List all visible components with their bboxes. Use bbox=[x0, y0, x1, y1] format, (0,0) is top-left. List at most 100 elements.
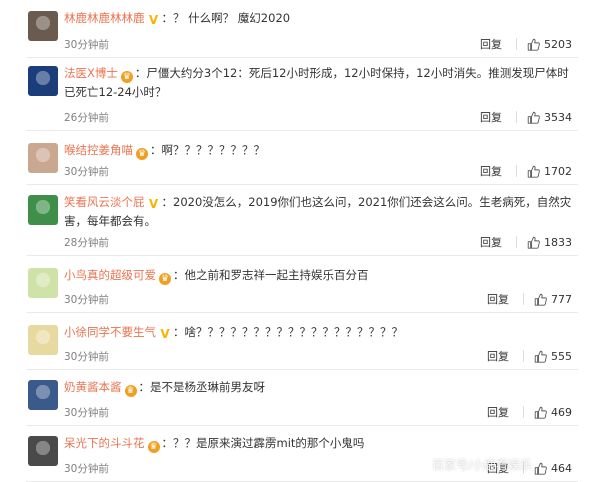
comment-item: 呆光下的斗斗花 ♛ ：？？是原来演过霹雳mit的那个小鬼吗 30分钟前 回复 464 bbox=[0, 426, 600, 482]
comment-item: 小鸟真的超级可爱 ♛ ：他之前和罗志祥一起主持娱乐百分百 30分钟前 回复 777 bbox=[0, 256, 600, 313]
verified-v-icon: V bbox=[160, 327, 170, 341]
avatar[interactable] bbox=[28, 11, 58, 41]
timestamp: 30分钟前 bbox=[64, 166, 109, 178]
comment-actions: 回复 469 bbox=[487, 404, 572, 420]
separator: ： bbox=[173, 268, 185, 282]
thumbs-up-icon bbox=[534, 462, 547, 475]
comment-actions: 回复 5203 bbox=[480, 36, 572, 52]
username-link[interactable]: 笑看风云淡个屁 bbox=[64, 195, 145, 209]
comment-item: 林鹿林鹿林林鹿 V：？ 什么啊？ 魔幻2020 30分钟前 回复 5203 bbox=[0, 0, 600, 58]
timestamp: 30分钟前 bbox=[64, 294, 109, 306]
username-link[interactable]: 小徐同学不要生气 bbox=[64, 325, 156, 339]
verified-v-icon: V bbox=[148, 13, 159, 27]
username-link[interactable]: 喉结控姜角喵 bbox=[64, 143, 133, 157]
username-link[interactable]: 小鸟真的超级可爱 bbox=[64, 268, 156, 282]
divider bbox=[523, 350, 524, 362]
comment-actions: 回复 3534 bbox=[480, 109, 572, 125]
reply-button[interactable]: 回复 bbox=[487, 404, 509, 420]
like-count: 5203 bbox=[544, 37, 572, 51]
avatar[interactable] bbox=[28, 143, 58, 173]
comment-actions: 回复 1702 bbox=[480, 163, 572, 179]
username-link[interactable]: 呆光下的斗斗花 bbox=[64, 436, 145, 450]
like-count: 777 bbox=[551, 292, 572, 306]
comment-text: ？？是原来演过霹雳mit的那个小鬼吗 bbox=[173, 436, 365, 450]
divider bbox=[516, 236, 517, 248]
member-crown-icon: ♛ bbox=[147, 441, 160, 453]
thumbs-up-icon bbox=[527, 111, 540, 124]
like-count: 464 bbox=[551, 461, 572, 475]
reply-button[interactable]: 回复 bbox=[480, 109, 502, 125]
comment-text: 啊？？？？？？？？ bbox=[161, 143, 266, 157]
like-count: 3534 bbox=[544, 110, 572, 124]
comment-item: 小徐同学不要生气 V ：啥？？？？？？？？？？？？？？？？？？ 30分钟前 回复 555 bbox=[0, 313, 600, 370]
thumbs-up-icon bbox=[534, 406, 547, 419]
member-crown-icon: ♛ bbox=[120, 71, 133, 83]
comment-actions: 回复 777 bbox=[487, 291, 572, 307]
username-link[interactable]: 奶黄酱本酱 bbox=[64, 380, 122, 394]
avatar[interactable] bbox=[28, 66, 58, 96]
avatar[interactable] bbox=[28, 325, 58, 355]
watermark: 百家号/小鹿看娱乐 bbox=[432, 458, 533, 472]
like-button[interactable]: 464 bbox=[534, 462, 572, 475]
like-count: 1833 bbox=[544, 235, 572, 249]
comment-item: 奶黄酱本酱 ♛ ：是不是杨丞琳前男友呀 30分钟前 回复 469 bbox=[0, 370, 600, 426]
reply-button[interactable]: 回复 bbox=[480, 234, 502, 250]
timestamp: 30分钟前 bbox=[64, 351, 109, 363]
thumbs-up-icon bbox=[527, 165, 540, 178]
separator: ： bbox=[134, 66, 147, 80]
separator: ： bbox=[138, 380, 151, 394]
divider bbox=[516, 38, 517, 50]
like-button[interactable]: 777 bbox=[534, 293, 572, 306]
member-crown-icon: ♛ bbox=[136, 148, 148, 160]
like-count: 469 bbox=[551, 405, 572, 419]
reply-button[interactable]: 回复 bbox=[480, 36, 502, 52]
timestamp: 30分钟前 bbox=[64, 39, 109, 51]
comment-item: 笑看风云淡个屁 V ：2020没怎么，2019你们也这么问，2021你们还会这么问。… bbox=[0, 185, 600, 256]
like-button[interactable]: 5203 bbox=[527, 38, 572, 51]
divider bbox=[523, 293, 524, 305]
comment-text: 是不是杨丞琳前男友呀 bbox=[150, 380, 265, 394]
member-crown-icon: ♛ bbox=[159, 273, 171, 285]
like-count: 1702 bbox=[544, 164, 572, 178]
comment-actions: 回复 1833 bbox=[480, 234, 572, 250]
comment-item: 喉结控姜角喵 ♛ ：啊？？？？？？？？ 30分钟前 回复 1702 bbox=[0, 131, 600, 185]
like-button[interactable]: 1702 bbox=[527, 165, 572, 178]
timestamp: 30分钟前 bbox=[64, 407, 109, 419]
comment-text: 他之前和罗志祥一起主持娱乐百分百 bbox=[184, 268, 369, 282]
like-button[interactable]: 1833 bbox=[527, 236, 572, 249]
avatar[interactable] bbox=[28, 268, 58, 298]
reply-button[interactable]: 回复 bbox=[487, 348, 509, 364]
separator: ： bbox=[161, 436, 174, 450]
divider bbox=[516, 111, 517, 123]
reply-button[interactable]: 回复 bbox=[480, 163, 502, 179]
comment-text: 啥？？？？？？？？？？？？？？？？？？ bbox=[184, 325, 404, 339]
like-count: 555 bbox=[551, 349, 572, 363]
comment-actions: 回复 555 bbox=[487, 348, 572, 364]
timestamp: 26分钟前 bbox=[64, 112, 109, 124]
avatar[interactable] bbox=[28, 195, 58, 225]
username-link[interactable]: 林鹿林鹿林林鹿 bbox=[64, 11, 145, 25]
avatar[interactable] bbox=[28, 380, 58, 410]
timestamp: 28分钟前 bbox=[64, 237, 109, 249]
separator: ： bbox=[161, 195, 174, 209]
member-crown-icon: ♛ bbox=[124, 385, 137, 397]
comment-item: 法医X博士 ♛ ：尸僵大约分3个12：死后12小时形成，12小时保持，12小时消失。… bbox=[0, 58, 600, 131]
divider bbox=[516, 165, 517, 177]
thumbs-up-icon bbox=[534, 293, 547, 306]
like-button[interactable]: 469 bbox=[534, 406, 572, 419]
avatar[interactable] bbox=[28, 436, 58, 466]
thumbs-up-icon bbox=[527, 236, 540, 249]
thumbs-up-icon bbox=[534, 350, 547, 363]
like-button[interactable]: 3534 bbox=[527, 111, 572, 124]
separator: ： bbox=[161, 11, 174, 25]
reply-button[interactable]: 回复 bbox=[487, 291, 509, 307]
username-link[interactable]: 法医X博士 bbox=[64, 66, 118, 80]
separator: ： bbox=[173, 325, 185, 339]
like-button[interactable]: 555 bbox=[534, 350, 572, 363]
verified-v-icon: V bbox=[148, 197, 159, 211]
thumbs-up-icon bbox=[527, 38, 540, 51]
comment-text: ？ 什么啊？ 魔幻2020 bbox=[173, 11, 291, 25]
separator: ： bbox=[150, 143, 162, 157]
divider bbox=[523, 406, 524, 418]
timestamp: 30分钟前 bbox=[64, 463, 109, 475]
